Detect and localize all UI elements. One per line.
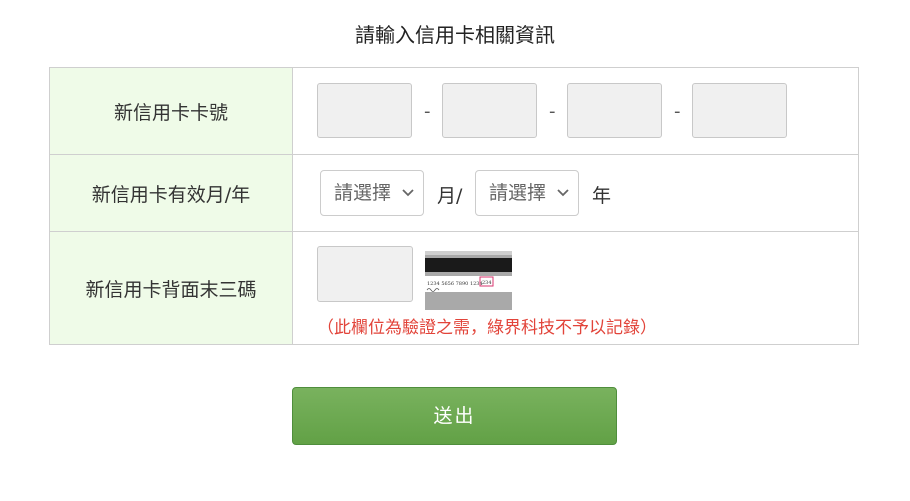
cvv-input[interactable]: [317, 246, 413, 302]
expiry-year-select[interactable]: 請選擇: [475, 170, 579, 216]
card-number-input-3[interactable]: [567, 83, 662, 138]
cvv-label: 新信用卡背面末三碼: [49, 231, 293, 345]
expiry-fields: 請選擇 月/ 請選擇 年: [292, 154, 859, 232]
credit-card-form-table: 新信用卡卡號 - - - 新信用卡有效月/年 請選擇 月/ 請選擇 年 新信用卡…: [49, 67, 859, 345]
expiry-row: 新信用卡有效月/年 請選擇 月/ 請選擇 年: [49, 154, 859, 232]
card-number-separator: -: [674, 101, 681, 122]
submit-button[interactable]: 送出: [292, 387, 617, 445]
expiry-month-select-value: 請選擇: [334, 182, 392, 204]
card-number-label: 新信用卡卡號: [49, 67, 293, 155]
expiry-year-select-value: 請選擇: [489, 182, 547, 204]
month-unit-label: 月/: [437, 185, 463, 207]
cvv-privacy-note: （此欄位為驗證之需，綠界科技不予以記錄）: [317, 318, 657, 338]
card-back-image: 1234 5656 7890 1234 234: [425, 251, 512, 310]
page-title: 請輸入信用卡相關資訊: [355, 23, 555, 47]
cvv-fields: 1234 5656 7890 1234 234 （此欄位為驗證之需，綠界科技不予…: [292, 231, 859, 345]
chevron-down-icon: [402, 189, 414, 197]
chevron-down-icon: [557, 189, 569, 197]
card-number-input-2[interactable]: [442, 83, 537, 138]
card-number-separator: -: [549, 101, 556, 122]
card-number-fields: - - -: [292, 67, 859, 155]
card-number-input-1[interactable]: [317, 83, 412, 138]
expiry-label: 新信用卡有效月/年: [49, 154, 293, 232]
card-number-row: 新信用卡卡號 - - -: [49, 67, 859, 155]
card-back-number: 1234 5656 7890 1234: [427, 281, 483, 287]
expiry-month-select[interactable]: 請選擇: [320, 170, 424, 216]
year-unit-label: 年: [592, 185, 612, 207]
card-number-separator: -: [424, 101, 431, 122]
card-number-input-4[interactable]: [692, 83, 787, 138]
card-back-cvv: 234: [482, 280, 492, 286]
cvv-row: 新信用卡背面末三碼 1234 5656 7890 1234 234 （此欄位為驗…: [49, 231, 859, 345]
